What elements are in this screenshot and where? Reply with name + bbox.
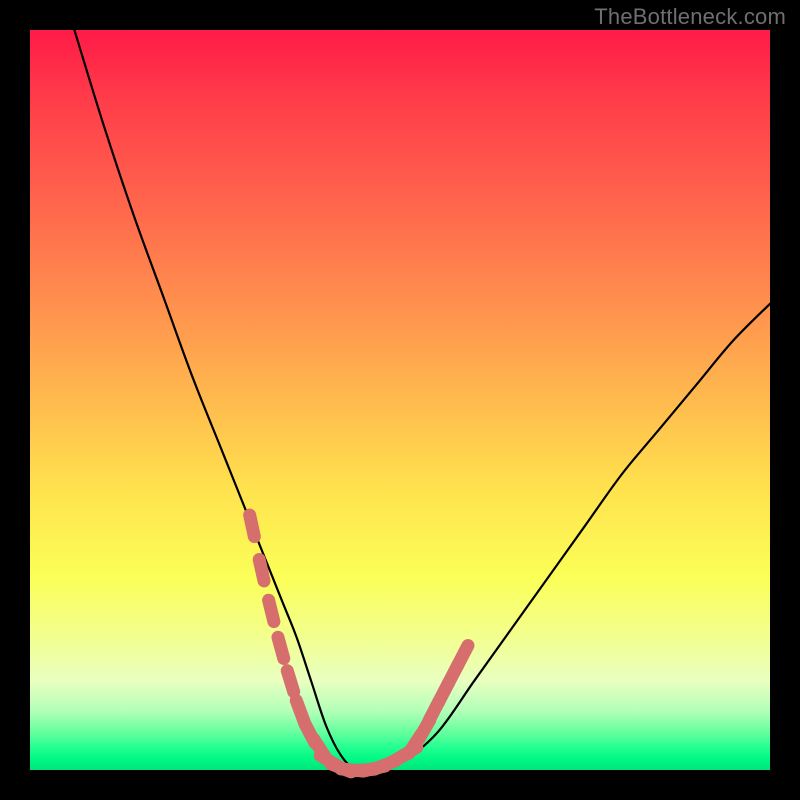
highlight-left-descent-dash <box>259 559 264 580</box>
curve-svg <box>30 30 770 770</box>
bottleneck-curve <box>74 30 770 771</box>
chart-frame: TheBottleneck.com <box>0 0 800 800</box>
plot-area <box>30 30 770 770</box>
highlight-left-descent-dash <box>278 637 284 658</box>
highlight-left-descent-dash <box>269 600 274 621</box>
highlight-left-descent-dash <box>287 671 293 692</box>
highlight-right-ascent-dash <box>458 646 468 666</box>
highlight-left-descent-dash <box>250 515 255 537</box>
watermark-text: TheBottleneck.com <box>594 4 786 30</box>
